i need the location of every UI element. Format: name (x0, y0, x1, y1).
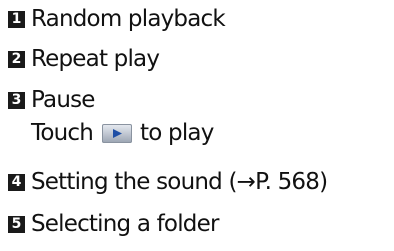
pause-note-text-after: to play (140, 119, 214, 146)
item-label: Random playback (31, 5, 226, 32)
list-item-setting-sound: 4 Setting the sound (→P. 568) (8, 165, 328, 199)
item-number-badge: 5 (8, 215, 25, 233)
list-item-random-playback: 1 Random playback (8, 2, 226, 36)
item-number-badge: 3 (8, 91, 25, 109)
play-triangle-icon (113, 128, 123, 138)
item-label: Selecting a folder (31, 210, 219, 237)
item-number-badge: 4 (8, 173, 25, 191)
item-number-badge: 2 (8, 50, 25, 68)
item-label: Setting the sound (→P. 568) (31, 168, 328, 195)
item-number-badge: 1 (8, 10, 25, 28)
pause-note: Touch to play (8, 116, 214, 150)
item-label: Pause (31, 86, 95, 113)
list-item-pause: 3 Pause (8, 83, 95, 117)
list-item-selecting-folder: 5 Selecting a folder (8, 207, 219, 241)
item-label: Repeat play (31, 45, 160, 72)
list-item-repeat-play: 2 Repeat play (8, 42, 160, 76)
play-icon (102, 123, 133, 143)
pause-note-text-before: Touch (31, 119, 94, 146)
